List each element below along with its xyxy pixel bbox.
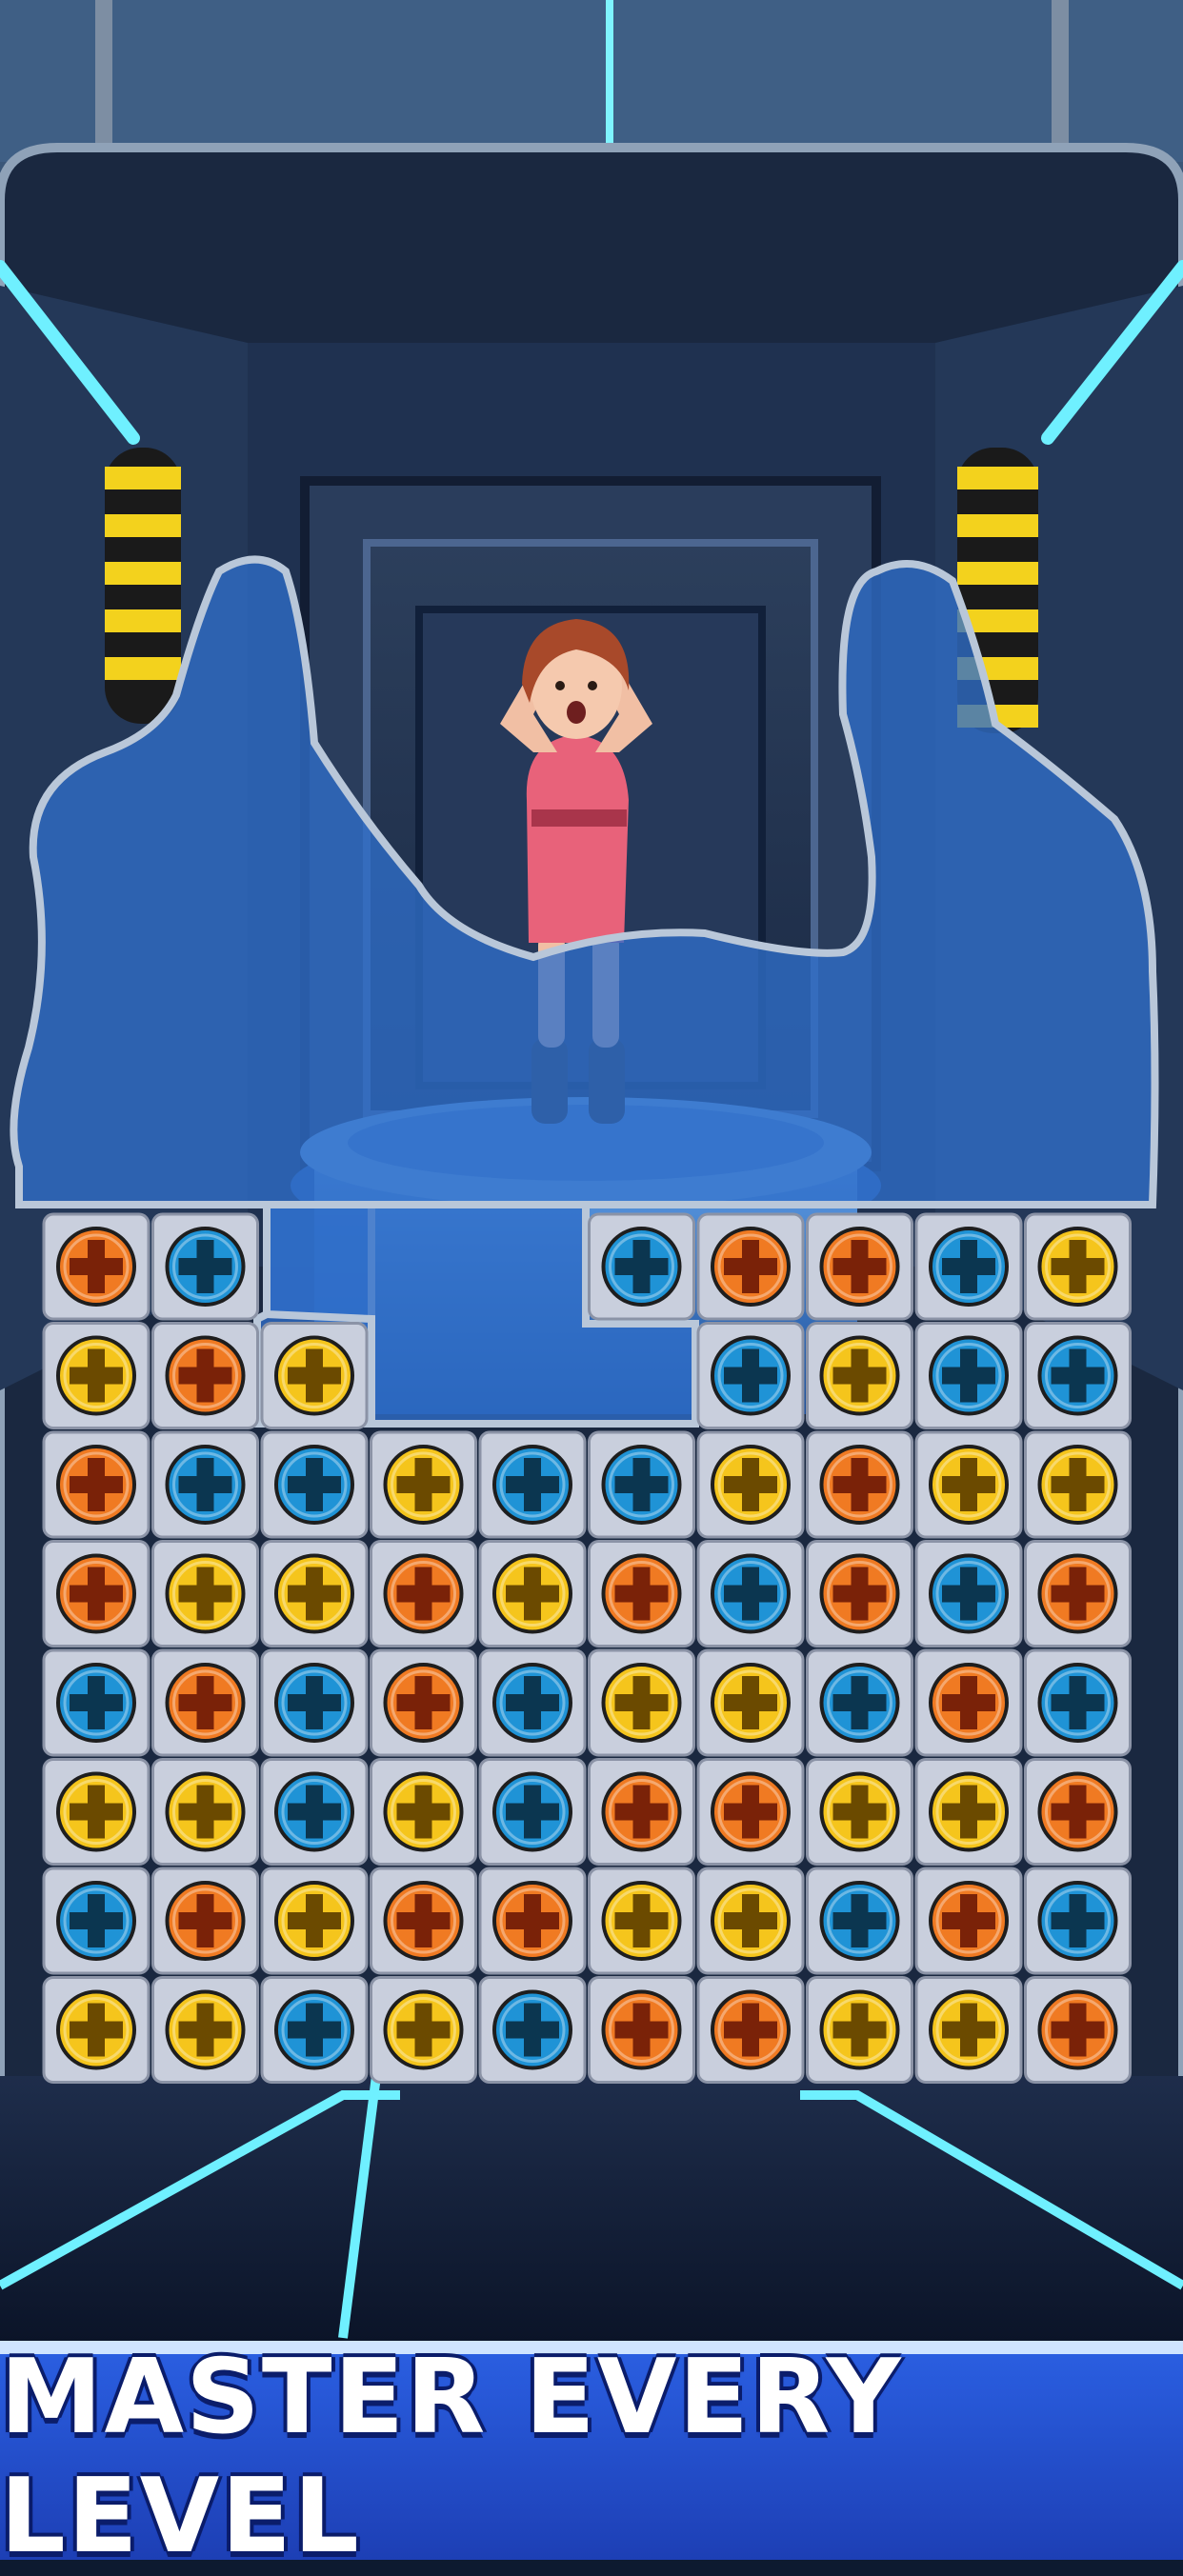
screw-tile-blue[interactable]: [806, 1648, 913, 1757]
screw-tile-orange[interactable]: [370, 1867, 477, 1975]
screw-tile-yellow[interactable]: [151, 1540, 259, 1647]
screw-tile-yellow[interactable]: [588, 1648, 695, 1757]
screw-tile-yellow[interactable]: [806, 1976, 913, 2084]
screw-tile-orange[interactable]: [151, 1867, 259, 1975]
screw-tile-blue[interactable]: [696, 1322, 805, 1429]
screw-tile-yellow[interactable]: [260, 1322, 369, 1429]
screw-tile-orange[interactable]: [806, 1212, 913, 1321]
screw-tile-yellow[interactable]: [696, 1867, 805, 1975]
screw-tile-yellow[interactable]: [1024, 1430, 1132, 1539]
screw-tile-blue[interactable]: [914, 1322, 1023, 1429]
screw-tile-blue[interactable]: [1024, 1648, 1132, 1757]
screw-tile-orange[interactable]: [914, 1867, 1023, 1975]
screw-tile-yellow[interactable]: [370, 1758, 477, 1866]
screw-tile-blue[interactable]: [260, 1648, 369, 1757]
screw-tile-blue[interactable]: [42, 1648, 150, 1757]
screw-tile-orange[interactable]: [806, 1540, 913, 1647]
screw-tile-orange[interactable]: [696, 1758, 805, 1866]
screw-tile-yellow[interactable]: [260, 1867, 369, 1975]
screw-tile-board: [42, 1212, 1132, 2084]
screw-tile-orange[interactable]: [1024, 1540, 1132, 1647]
screw-tile-yellow[interactable]: [806, 1322, 913, 1429]
screw-tile-yellow[interactable]: [806, 1758, 913, 1866]
screw-tile-blue[interactable]: [478, 1758, 587, 1866]
screw-tile-yellow[interactable]: [260, 1540, 369, 1647]
screw-tile-yellow[interactable]: [151, 1758, 259, 1866]
screw-tile-orange[interactable]: [588, 1976, 695, 2084]
screw-tile-yellow[interactable]: [696, 1430, 805, 1539]
screw-tile-blue[interactable]: [588, 1212, 695, 1321]
screw-tile-yellow[interactable]: [151, 1976, 259, 2084]
screw-tile-orange[interactable]: [1024, 1976, 1132, 2084]
screw-tile-yellow[interactable]: [588, 1867, 695, 1975]
screw-tile-orange[interactable]: [806, 1430, 913, 1539]
banner-title: MASTER EVERY LEVEL: [0, 2338, 903, 2576]
screw-tile-yellow[interactable]: [914, 1430, 1023, 1539]
screw-tile-orange[interactable]: [370, 1648, 477, 1757]
screw-tile-orange[interactable]: [370, 1540, 477, 1647]
screw-tile-yellow[interactable]: [42, 1322, 150, 1429]
screw-tile-orange[interactable]: [696, 1212, 805, 1321]
screw-tile-orange[interactable]: [696, 1976, 805, 2084]
screw-tile-blue[interactable]: [588, 1430, 695, 1539]
screw-tile-yellow[interactable]: [478, 1540, 587, 1647]
screw-tile-blue[interactable]: [914, 1212, 1023, 1321]
screw-tile-orange[interactable]: [151, 1648, 259, 1757]
screw-tile-yellow[interactable]: [914, 1976, 1023, 2084]
screw-tile-yellow[interactable]: [1024, 1212, 1132, 1321]
screw-tile-blue[interactable]: [260, 1430, 369, 1539]
screw-tile-blue[interactable]: [696, 1540, 805, 1647]
screw-tile-yellow[interactable]: [696, 1648, 805, 1757]
promo-banner: MASTER EVERY LEVEL: [0, 2338, 1183, 2576]
screw-tile-blue[interactable]: [478, 1648, 587, 1757]
screw-tile-yellow[interactable]: [370, 1430, 477, 1539]
screw-tile-orange[interactable]: [588, 1758, 695, 1866]
screw-tile-orange[interactable]: [42, 1540, 150, 1647]
screw-tile-orange[interactable]: [151, 1322, 259, 1429]
screw-tile-blue[interactable]: [478, 1430, 587, 1539]
screw-tile-orange[interactable]: [1024, 1758, 1132, 1866]
screw-tile-yellow[interactable]: [42, 1758, 150, 1866]
screw-tile-orange[interactable]: [914, 1648, 1023, 1757]
screw-tile-orange[interactable]: [588, 1540, 695, 1647]
screw-tile-blue[interactable]: [151, 1212, 259, 1321]
screw-tile-yellow[interactable]: [370, 1976, 477, 2084]
screw-tile-blue[interactable]: [260, 1976, 369, 2084]
screw-tile-blue[interactable]: [1024, 1867, 1132, 1975]
screw-tile-blue[interactable]: [806, 1867, 913, 1975]
screw-tile-blue[interactable]: [260, 1758, 369, 1866]
screw-tile-blue[interactable]: [478, 1976, 587, 2084]
screw-tile-yellow[interactable]: [914, 1758, 1023, 1866]
screw-tile-orange[interactable]: [42, 1212, 150, 1321]
screw-tile-blue[interactable]: [151, 1430, 259, 1539]
screw-tile-blue[interactable]: [42, 1867, 150, 1975]
screw-tile-yellow[interactable]: [42, 1976, 150, 2084]
screw-tile-orange[interactable]: [478, 1867, 587, 1975]
screw-tile-blue[interactable]: [1024, 1322, 1132, 1429]
screw-tile-blue[interactable]: [914, 1540, 1023, 1647]
screw-tile-orange[interactable]: [42, 1430, 150, 1539]
